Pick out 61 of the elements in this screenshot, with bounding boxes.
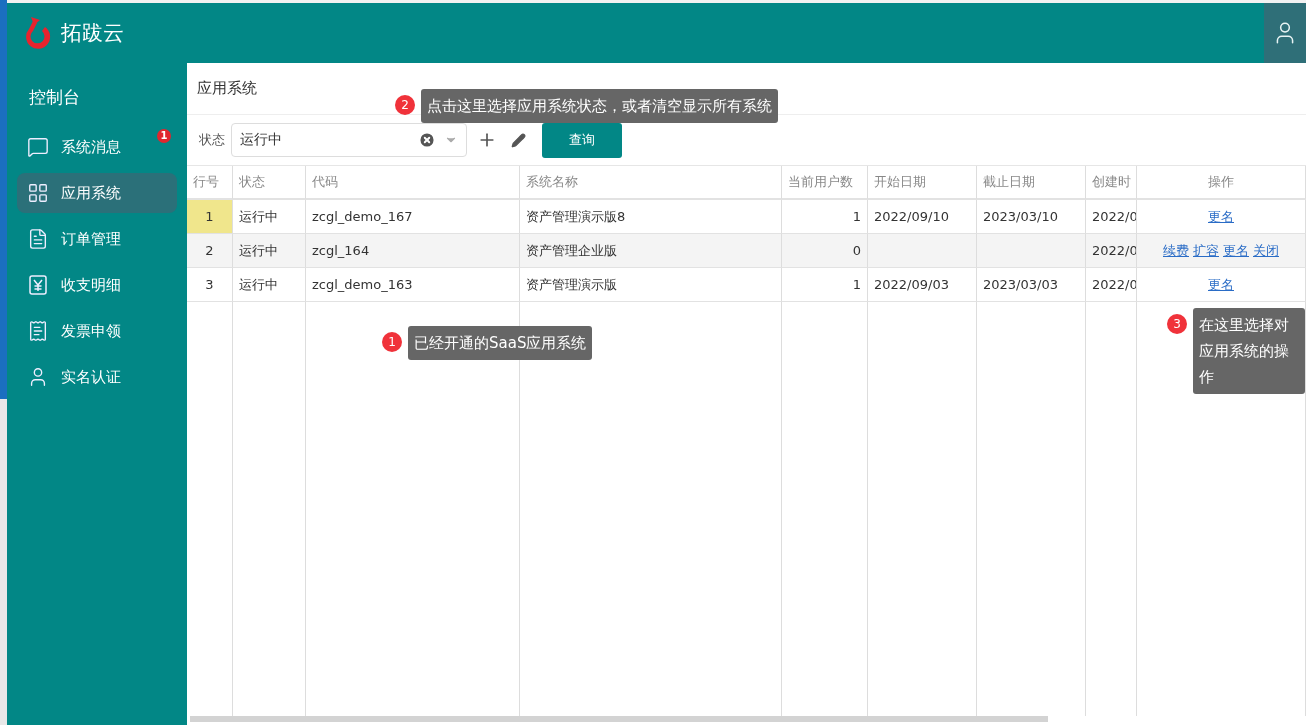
- horizontal-scrollbar[interactable]: [190, 716, 1048, 722]
- row-number-cell: 1: [187, 200, 233, 234]
- sidebar-item-label: 发票申领: [61, 321, 121, 341]
- table-cell: 2022/09/10: [868, 200, 977, 234]
- sidebar-item-label: 系统消息: [61, 137, 121, 157]
- message-icon: [27, 136, 49, 158]
- hint-tooltip: 在这里选择对应用系统的操作: [1193, 308, 1305, 394]
- brand-name: 拓跋云: [61, 20, 124, 47]
- grid-icon: [27, 182, 49, 204]
- sidebar-item[interactable]: 实名认证: [17, 357, 177, 397]
- sidebar-item-label: 订单管理: [61, 229, 121, 249]
- status-label: 状态: [199, 131, 225, 149]
- table-cell: 运行中: [233, 200, 306, 234]
- step-number-badge: 1: [382, 332, 402, 352]
- sidebar-item[interactable]: 应用系统: [17, 173, 177, 213]
- query-button[interactable]: 查询: [542, 122, 622, 158]
- table-cell: 2022/0: [1086, 200, 1137, 234]
- sidebar-item-label: 应用系统: [61, 183, 121, 203]
- table-cell: zcgl_164: [306, 234, 520, 268]
- pencil-icon: [511, 132, 526, 148]
- table-cell: 资产管理演示版8: [520, 200, 782, 234]
- clear-icon[interactable]: [418, 131, 436, 149]
- table-cell: 2022/0: [1086, 268, 1137, 302]
- action-link[interactable]: 扩容: [1193, 241, 1219, 260]
- table-cell: 运行中: [233, 268, 306, 302]
- status-select[interactable]: 运行中: [231, 123, 467, 157]
- row-number-cell: 2: [187, 234, 233, 268]
- table-cell: 资产管理演示版: [520, 268, 782, 302]
- sidebar-item-label: 实名认证: [61, 367, 121, 387]
- hint-tooltip: 点击这里选择应用系统状态，或者清空显示所有系统: [421, 89, 778, 123]
- table-cell: 资产管理企业版: [520, 234, 782, 268]
- table-cell: 1: [782, 200, 868, 234]
- sidebar-item[interactable]: 发票申领: [17, 311, 177, 351]
- action-link[interactable]: 更名: [1208, 275, 1234, 294]
- table-cell: 1: [782, 268, 868, 302]
- action-link[interactable]: 关闭: [1253, 241, 1279, 260]
- action-link[interactable]: 更名: [1208, 207, 1234, 226]
- step-number-badge: 3: [1167, 314, 1187, 334]
- sidebar-item[interactable]: 收支明细: [17, 265, 177, 305]
- unread-count: 1: [157, 129, 171, 143]
- hint-tooltip: 已经开通的SaaS应用系统: [408, 326, 593, 360]
- action-link[interactable]: 续费: [1163, 241, 1189, 260]
- table-cell: 2022/0: [1086, 234, 1137, 268]
- user-button[interactable]: [1264, 3, 1306, 63]
- table-cell: 运行中: [233, 234, 306, 268]
- sidebar-item-label: 收支明细: [61, 275, 121, 295]
- receipt-icon: [27, 320, 49, 342]
- table-cell: 0: [782, 234, 868, 268]
- sidebar-title: 控制台: [28, 86, 81, 109]
- sidebar-item[interactable]: 订单管理: [17, 219, 177, 259]
- step-number-badge: 2: [395, 95, 415, 115]
- document-icon: [27, 228, 49, 250]
- yen-icon: [27, 274, 49, 296]
- action-link[interactable]: 更名: [1223, 241, 1249, 260]
- row-number-cell: 3: [187, 268, 233, 302]
- table-cell: zcgl_demo_163: [306, 268, 520, 302]
- table-cell: zcgl_demo_167: [306, 200, 520, 234]
- sidebar-item[interactable]: 系统消息 1: [17, 127, 177, 167]
- table-cell: 2023/03/10: [977, 200, 1086, 234]
- table-cell: 2023/03/03: [977, 268, 1086, 302]
- table-cell: 2022/09/03: [868, 268, 977, 302]
